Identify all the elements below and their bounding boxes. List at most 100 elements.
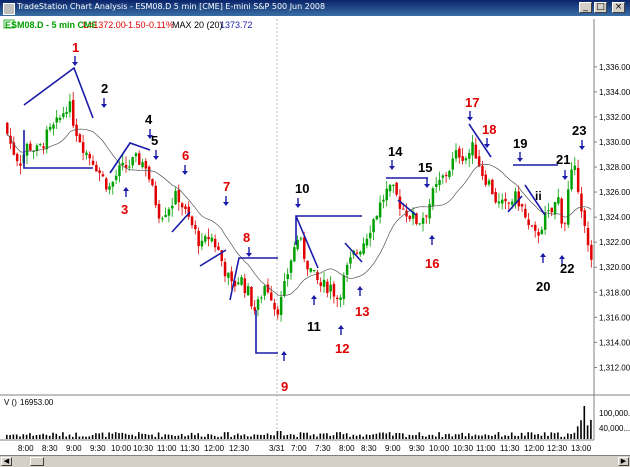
candle-body — [293, 247, 296, 262]
candle-body — [349, 257, 352, 264]
candle-body — [306, 260, 309, 270]
candle-body — [62, 113, 65, 117]
volume-bar — [157, 432, 160, 439]
candle-body — [210, 237, 214, 242]
header-last: L=1372.00 — [83, 20, 126, 30]
candle-body — [91, 160, 95, 165]
candle-body — [345, 264, 349, 275]
annotation-labels: 1 2 3 4 5 6 7 8 9 10 11 12 13 14 15 16 1… — [72, 40, 586, 394]
scroll-right-icon[interactable]: ▶ — [618, 457, 629, 466]
volume-bar — [355, 435, 358, 439]
volume-bar — [167, 434, 170, 439]
volume-bar — [534, 434, 536, 439]
volume-bar — [95, 433, 97, 439]
volume-bar — [491, 435, 493, 439]
volume-bar — [408, 434, 411, 439]
x-tick-label: 11:00 — [476, 444, 496, 453]
annotation-label: 4 — [145, 112, 153, 127]
candle-body — [108, 186, 111, 190]
candle-body — [550, 207, 553, 213]
down-arrow-icon — [517, 158, 523, 162]
candle-body — [316, 271, 319, 280]
volume-bar — [461, 432, 463, 439]
chart-area[interactable]: ESM08.D - 5 min CME L=1372.00 -1.50 -0.1… — [0, 16, 630, 459]
time-axis: 8:00 8:30 9:00 9:30 10:00 10:30 11:00 11… — [18, 444, 592, 453]
scroll-left-icon[interactable]: ◀ — [1, 457, 12, 466]
candle-body — [68, 101, 72, 113]
candle-body — [332, 283, 336, 297]
volume-bar — [263, 434, 265, 439]
volume-bar — [540, 435, 543, 439]
down-arrow-icon — [223, 202, 229, 206]
annotation-label: 6 — [182, 148, 189, 163]
candle-body — [95, 164, 98, 172]
annotation-label: 3 — [121, 202, 128, 217]
annotation-label: 16 — [425, 256, 439, 271]
volume-bar — [151, 434, 153, 439]
volume-bar — [547, 435, 549, 439]
volume-label: V () — [4, 398, 17, 407]
volume-bar — [213, 435, 216, 439]
price-chart[interactable]: ESM08.D - 5 min CME L=1372.00 -1.50 -0.1… — [0, 16, 630, 459]
volume-bar — [474, 434, 477, 439]
candle-body — [190, 216, 194, 226]
candle-body — [88, 153, 91, 159]
maximize-button[interactable]: □ — [594, 2, 607, 13]
volume-bar — [365, 434, 368, 439]
volume-bar — [369, 434, 371, 439]
volume-bar — [458, 434, 460, 439]
candle-body — [180, 203, 184, 208]
scroll-thumb[interactable] — [30, 457, 44, 466]
candle-body — [164, 214, 167, 218]
up-arrow-icon — [311, 295, 317, 299]
minimize-button[interactable]: _ — [579, 2, 592, 13]
candle-body — [421, 217, 425, 224]
candle-body — [303, 237, 306, 259]
volume-bar — [35, 434, 38, 439]
volume-bar — [108, 432, 110, 439]
candle-body — [121, 162, 124, 166]
volume-bar — [319, 433, 322, 439]
volume-bar — [359, 434, 361, 439]
volume-bar — [45, 434, 48, 439]
horizontal-scrollbar[interactable]: ◀ ▶ — [0, 455, 630, 467]
candle-body — [326, 281, 329, 293]
candle-body — [586, 227, 590, 246]
annotation-label: 21 — [556, 152, 570, 167]
volume-bar — [15, 434, 18, 439]
volume-bar — [336, 432, 338, 439]
x-tick-label: 13:00 — [571, 444, 592, 453]
candle-body — [385, 188, 388, 201]
close-button[interactable]: × — [612, 2, 625, 13]
volume-bar — [385, 433, 388, 439]
candle-body — [527, 219, 530, 226]
volume-bar — [507, 435, 510, 439]
candle-body — [250, 286, 253, 307]
volume-bar — [227, 432, 229, 439]
annotation-label: 7 — [223, 179, 230, 194]
x-tick-label: 10:00 — [429, 444, 450, 453]
candle-body — [65, 112, 68, 114]
candle-body — [454, 150, 458, 159]
y-tick-label: 1,330.00 — [599, 138, 630, 147]
down-arrow-icon — [101, 104, 107, 108]
volume-bar — [395, 433, 397, 439]
up-arrow-icon — [338, 325, 344, 329]
volume-bar — [190, 432, 193, 439]
candle-body — [114, 175, 118, 180]
volume-bar — [405, 436, 407, 439]
candle-body — [431, 188, 435, 206]
up-arrow-icon — [357, 286, 363, 290]
volume-bar — [78, 436, 81, 439]
volume-bar — [345, 433, 348, 439]
candle-body — [444, 175, 448, 177]
wedge-pattern-1 — [23, 66, 94, 119]
pattern-lines — [23, 66, 558, 354]
x-tick-label: 9:00 — [385, 444, 401, 453]
volume-bar — [441, 436, 444, 439]
volume-bar — [243, 434, 246, 439]
annotation-label: ii — [535, 189, 542, 203]
volume-bar — [362, 436, 364, 439]
candle-body — [118, 165, 121, 177]
range-box-9 — [255, 310, 278, 354]
